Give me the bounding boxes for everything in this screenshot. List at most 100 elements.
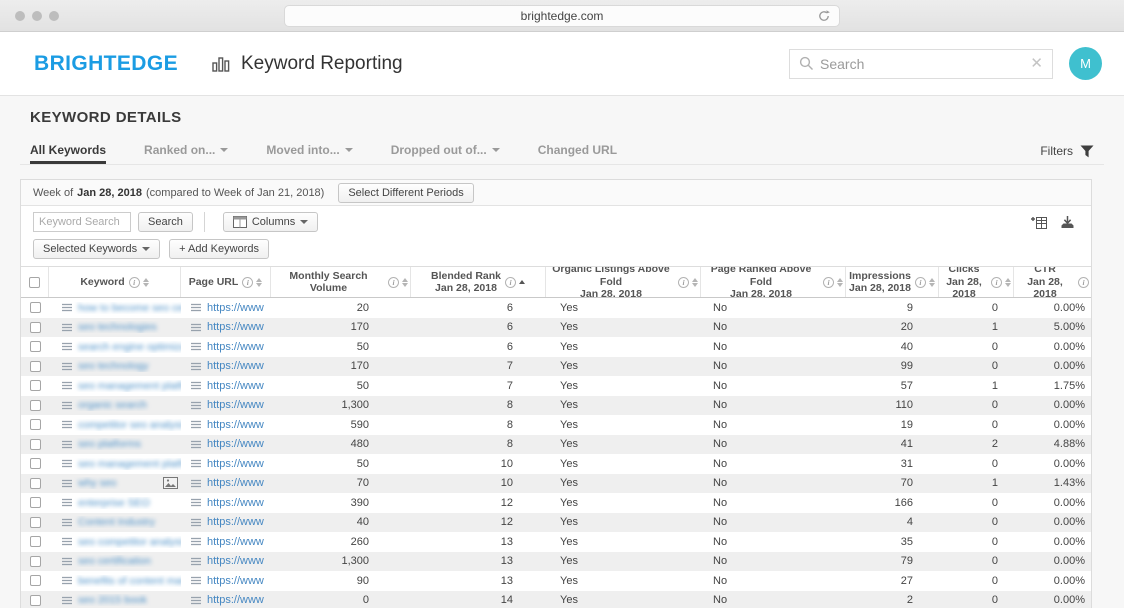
- sort-icon[interactable]: [256, 278, 262, 287]
- info-icon[interactable]: i: [129, 277, 140, 288]
- selected-keywords-button[interactable]: Selected Keywords: [33, 239, 160, 259]
- keyword-link[interactable]: how to become seo certified: [78, 302, 181, 314]
- keyword-link[interactable]: search engine optimization pl: [78, 341, 181, 353]
- add-keywords-button[interactable]: + Add Keywords: [169, 239, 269, 259]
- window-close-dot[interactable]: [15, 11, 25, 21]
- tab-moved-into[interactable]: Moved into...: [266, 143, 352, 164]
- row-checkbox[interactable]: [30, 536, 41, 547]
- page-url-link[interactable]: https://www: [207, 399, 264, 411]
- keyword-link[interactable]: seo competitor analysis tool: [78, 536, 181, 548]
- page-url-link[interactable]: https://www: [207, 536, 264, 548]
- keyword-link[interactable]: seo management platform: [78, 380, 181, 392]
- keyword-search-button[interactable]: Search: [138, 212, 193, 232]
- sort-icon[interactable]: [1005, 278, 1011, 287]
- page-url-link[interactable]: https://www: [207, 477, 264, 489]
- row-checkbox[interactable]: [30, 341, 41, 352]
- info-icon[interactable]: i: [678, 277, 689, 288]
- tab-all-keywords[interactable]: All Keywords: [30, 143, 106, 164]
- page-url-link[interactable]: https://www: [207, 516, 264, 528]
- column-header-page-url[interactable]: Page URLi: [181, 267, 271, 297]
- avatar[interactable]: M: [1069, 47, 1102, 80]
- sort-icon[interactable]: [143, 278, 149, 287]
- keyword-link[interactable]: Content Industry: [78, 516, 155, 528]
- tab-dropped-out-of[interactable]: Dropped out of...: [391, 143, 500, 164]
- row-checkbox[interactable]: [30, 322, 41, 333]
- sort-icon[interactable]: [402, 278, 408, 287]
- row-checkbox[interactable]: [30, 517, 41, 528]
- page-url-link[interactable]: https://www: [207, 458, 264, 470]
- sort-icon[interactable]: [692, 278, 698, 287]
- page-url-link[interactable]: https://www: [207, 438, 264, 450]
- keyword-link[interactable]: seo certification: [78, 555, 151, 567]
- column-header-monthly-search-volume[interactable]: Monthly Search Volumei: [271, 267, 411, 297]
- row-checkbox[interactable]: [30, 439, 41, 450]
- page-url-link[interactable]: https://www: [207, 555, 264, 567]
- page-url-link[interactable]: https://www: [207, 497, 264, 509]
- keyword-link[interactable]: enterprise SEO: [78, 497, 150, 509]
- keyword-link[interactable]: organic search: [78, 399, 147, 411]
- page-url-link[interactable]: https://www: [207, 341, 264, 353]
- column-header-organic-listings-above-fold[interactable]: Organic Listings Above FoldJan 28, 2018i: [546, 267, 701, 297]
- keyword-link[interactable]: seo 2015 book: [78, 594, 147, 606]
- page-url-link[interactable]: https://www: [207, 321, 264, 333]
- keyword-link[interactable]: seo management platforms: [78, 458, 181, 470]
- columns-button[interactable]: Columns: [223, 212, 318, 232]
- column-header-page-ranked-above-fold[interactable]: Page Ranked Above FoldJan 28, 2018i: [701, 267, 846, 297]
- page-url-link[interactable]: https://www: [207, 302, 264, 314]
- sort-icon[interactable]: [929, 278, 935, 287]
- keyword-link[interactable]: benefits of content marketing: [78, 575, 181, 587]
- header-search[interactable]: ✕: [789, 49, 1053, 79]
- sort-ascending-icon[interactable]: [519, 280, 525, 284]
- row-checkbox[interactable]: [30, 575, 41, 586]
- tab-changed-url[interactable]: Changed URL: [538, 143, 617, 164]
- info-icon[interactable]: i: [505, 277, 516, 288]
- row-checkbox[interactable]: [30, 458, 41, 469]
- row-checkbox[interactable]: [30, 497, 41, 508]
- row-checkbox[interactable]: [30, 595, 41, 606]
- row-checkbox[interactable]: [30, 419, 41, 430]
- reload-icon[interactable]: [817, 9, 831, 23]
- keyword-link[interactable]: competitor seo analysis: [78, 419, 181, 431]
- select-all-checkbox[interactable]: [29, 277, 40, 288]
- page-url-link[interactable]: https://www: [207, 380, 264, 392]
- info-icon[interactable]: i: [242, 277, 253, 288]
- column-header-clicks[interactable]: ClicksJan 28, 2018i: [939, 267, 1014, 297]
- row-checkbox[interactable]: [30, 302, 41, 313]
- download-icon[interactable]: [1060, 215, 1075, 230]
- row-checkbox[interactable]: [30, 400, 41, 411]
- sort-icon[interactable]: [837, 278, 843, 287]
- info-icon[interactable]: i: [915, 277, 926, 288]
- page-url-link[interactable]: https://www: [207, 419, 264, 431]
- browser-url-bar[interactable]: brightedge.com: [284, 5, 840, 27]
- tab-ranked-on[interactable]: Ranked on...: [144, 143, 228, 164]
- column-header-blended-rank[interactable]: Blended RankJan 28, 2018i: [411, 267, 546, 297]
- keyword-link[interactable]: seo platforms: [78, 438, 141, 450]
- window-minimize-dot[interactable]: [32, 11, 42, 21]
- info-icon[interactable]: i: [1078, 277, 1089, 288]
- page-url-link[interactable]: https://www: [207, 575, 264, 587]
- column-header-ctr[interactable]: CTRJan 28, 2018i: [1014, 267, 1091, 297]
- row-checkbox[interactable]: [30, 380, 41, 391]
- row-checkbox[interactable]: [30, 361, 41, 372]
- select-different-periods-button[interactable]: Select Different Periods: [338, 183, 473, 203]
- column-header-impressions[interactable]: ImpressionsJan 28, 2018i: [846, 267, 939, 297]
- keyword-link[interactable]: seo technology: [78, 360, 149, 372]
- window-zoom-dot[interactable]: [49, 11, 59, 21]
- info-icon[interactable]: i: [991, 277, 1002, 288]
- info-icon[interactable]: i: [388, 277, 399, 288]
- search-input[interactable]: [820, 56, 1024, 72]
- page-url-link[interactable]: https://www: [207, 360, 264, 372]
- page-url-link[interactable]: https://www: [207, 594, 264, 606]
- row-checkbox[interactable]: [30, 556, 41, 567]
- column-header-keyword[interactable]: Keywordi: [49, 267, 181, 297]
- info-icon[interactable]: i: [823, 277, 834, 288]
- export-table-icon[interactable]: [1031, 215, 1048, 230]
- window-controls[interactable]: [15, 11, 59, 21]
- keyword-link[interactable]: why seo: [78, 477, 117, 489]
- keyword-search-input[interactable]: [33, 212, 131, 232]
- clear-search-icon[interactable]: ✕: [1030, 56, 1043, 71]
- filters-button[interactable]: Filters: [1040, 144, 1094, 164]
- keyword-link[interactable]: seo technologies: [78, 321, 157, 333]
- brightedge-logo[interactable]: BRIGHTEDGE: [34, 52, 212, 76]
- row-checkbox[interactable]: [30, 478, 41, 489]
